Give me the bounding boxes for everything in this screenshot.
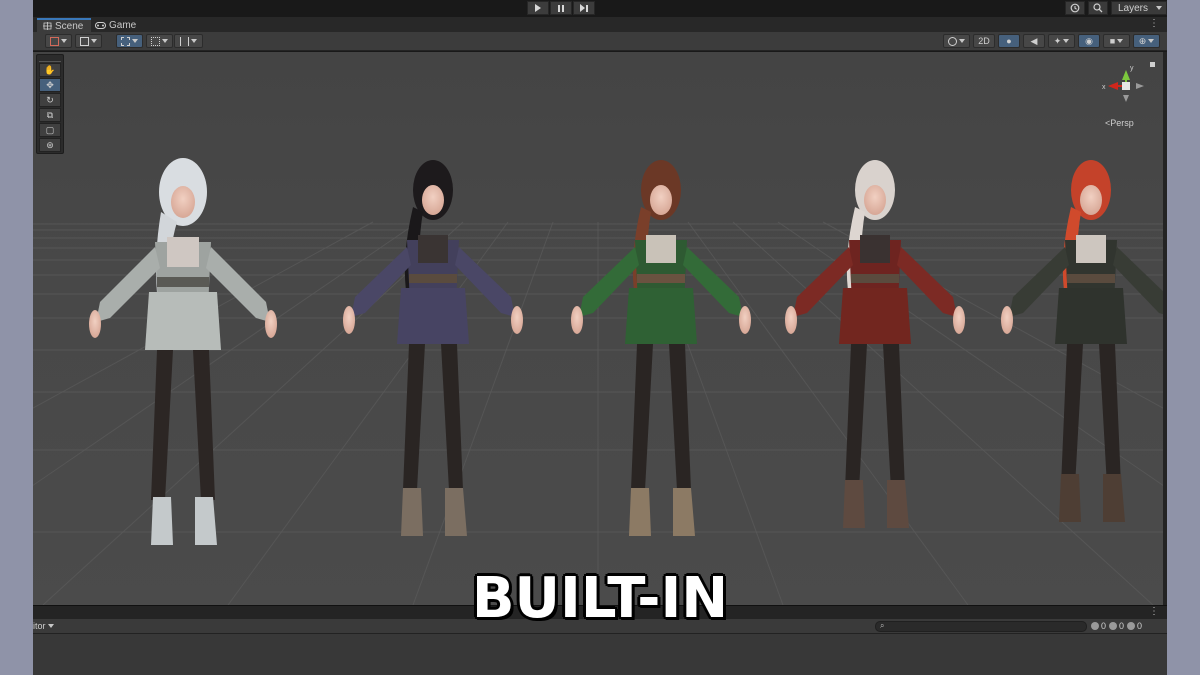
snap-icon <box>151 36 160 46</box>
increment-snapping-dropdown[interactable] <box>174 34 203 48</box>
effects-dropdown[interactable]: ✦ <box>1048 34 1075 48</box>
hand-tool[interactable]: ✋ <box>39 63 61 77</box>
overlay-caption: BUILT-IN <box>471 566 729 631</box>
projection-label: Persp <box>1110 118 1134 128</box>
cube-icon <box>80 36 89 46</box>
character-model-silver[interactable] <box>89 158 277 545</box>
chevron-down-icon <box>191 39 197 43</box>
move-icon: ✥ <box>46 79 54 90</box>
chevron-down-icon <box>162 39 168 43</box>
unity-editor: Layers Scene Game ⋮ 2D ● ◀ ✦ ◉ ■ ⊕ ✋ ✥ ↻… <box>33 0 1167 675</box>
scene-viewport[interactable]: ✋ ✥ ↻ ⧉ ▢ ⊛ x y <Persp <box>33 52 1163 605</box>
chevron-down-icon <box>1148 39 1155 43</box>
rotate-icon: ↻ <box>46 94 54 105</box>
chevron-down-icon <box>1156 6 1162 10</box>
main-toolbar: Layers <box>33 0 1167 16</box>
scale-tool[interactable]: ⧉ <box>39 108 61 122</box>
chevron-down-icon <box>61 39 67 43</box>
layers-dropdown[interactable]: Layers <box>1111 1 1167 15</box>
overlay-grip[interactable] <box>39 56 61 62</box>
tab-scene-label: Scene <box>55 20 84 32</box>
tab-scene[interactable]: Scene <box>37 18 92 32</box>
transform-tool[interactable]: ⊛ <box>39 138 61 152</box>
search-icon <box>1093 3 1103 13</box>
effects-icon: ✦ <box>1053 35 1062 46</box>
gizmo-lock-icon[interactable] <box>1150 62 1155 67</box>
playmode-controls <box>527 1 595 15</box>
draw-mode-dropdown[interactable] <box>45 34 72 48</box>
speaker-icon: ◀ <box>1030 35 1038 46</box>
gizmo-icon: ⊕ <box>1138 35 1147 46</box>
step-button[interactable] <box>573 1 595 15</box>
layers-label: Layers <box>1118 2 1149 14</box>
lightbulb-icon: ● <box>1006 36 1012 46</box>
hand-icon: ✋ <box>44 64 56 75</box>
snap-increment-dropdown[interactable] <box>146 34 173 48</box>
gizmo-x-axis[interactable] <box>1108 82 1118 90</box>
chevron-down-icon <box>132 39 138 43</box>
history-icon <box>1070 3 1080 13</box>
sphere-icon <box>948 36 957 46</box>
gizmo-center-cube[interactable] <box>1122 82 1130 90</box>
eye-slash-icon: ◉ <box>1085 35 1093 46</box>
step-icon <box>580 4 588 12</box>
snap-ruler-icon <box>180 36 189 46</box>
chevron-down-icon <box>959 39 965 43</box>
render-settings-dropdown[interactable] <box>75 34 102 48</box>
play-icon <box>535 4 541 12</box>
rect-icon: ▢ <box>45 124 55 135</box>
grid-icon <box>121 36 130 46</box>
gizmo-x-label: x <box>1102 84 1106 91</box>
pause-button[interactable] <box>550 1 572 15</box>
window-tabbar: Scene Game ⋮ <box>33 17 1167 32</box>
search-button[interactable] <box>1088 1 1108 15</box>
character-model-dark[interactable] <box>1001 160 1163 522</box>
play-button[interactable] <box>527 1 549 15</box>
console-log-area[interactable] <box>33 634 1167 675</box>
character-model-purple[interactable] <box>343 160 523 536</box>
gamepad-icon <box>95 21 106 29</box>
transform-icon: ⊛ <box>46 139 54 150</box>
scene-icon <box>43 22 52 30</box>
transform-tools-overlay: ✋ ✥ ↻ ⧉ ▢ ⊛ <box>36 54 64 154</box>
tab-game-label: Game <box>109 19 137 31</box>
audio-toggle-button[interactable]: ◀ <box>1023 34 1045 48</box>
lighting-mode-dropdown[interactable] <box>943 34 970 48</box>
scene-view-toolbar: 2D ● ◀ ✦ ◉ ■ ⊕ <box>33 32 1167 51</box>
rect-tool[interactable]: ▢ <box>39 123 61 137</box>
undo-history-button[interactable] <box>1065 1 1085 15</box>
desktop-background <box>1167 0 1200 675</box>
grid-snapping-dropdown[interactable] <box>116 34 143 48</box>
toggle-2d-label: 2D <box>978 36 990 46</box>
move-tool[interactable]: ✥ <box>39 78 61 92</box>
character-model-red[interactable] <box>785 160 965 528</box>
tab-menu-icon[interactable]: ⋮ <box>1149 18 1159 29</box>
toolbar-right: Layers <box>1065 1 1167 15</box>
gizmos-dropdown[interactable]: ⊕ <box>1133 34 1160 48</box>
chevron-down-icon <box>91 39 97 43</box>
camera-icon: ■ <box>1109 36 1116 46</box>
gizmo-neg-y-axis[interactable] <box>1123 95 1129 102</box>
scale-icon: ⧉ <box>46 109 54 120</box>
scene-grid <box>33 158 1163 605</box>
hidden-objects-toggle[interactable]: ◉ <box>1078 34 1100 48</box>
gizmo-neg-x-axis[interactable] <box>1136 83 1144 89</box>
tab-game[interactable]: Game <box>89 18 144 32</box>
projection-toggle[interactable]: <Persp <box>1105 118 1134 128</box>
lighting-toggle-button[interactable]: ● <box>998 34 1020 48</box>
shaded-icon <box>50 36 59 46</box>
chevron-down-icon <box>1063 39 1070 43</box>
gizmo-y-label: y <box>1130 65 1134 72</box>
gizmo-y-axis[interactable] <box>1122 70 1130 80</box>
camera-dropdown[interactable]: ■ <box>1103 34 1130 48</box>
rotate-tool[interactable]: ↻ <box>39 93 61 107</box>
pause-icon <box>558 4 564 12</box>
orientation-gizmo[interactable]: x y <box>1096 60 1158 142</box>
chevron-down-icon <box>1117 39 1124 43</box>
toggle-2d-button[interactable]: 2D <box>973 34 995 48</box>
